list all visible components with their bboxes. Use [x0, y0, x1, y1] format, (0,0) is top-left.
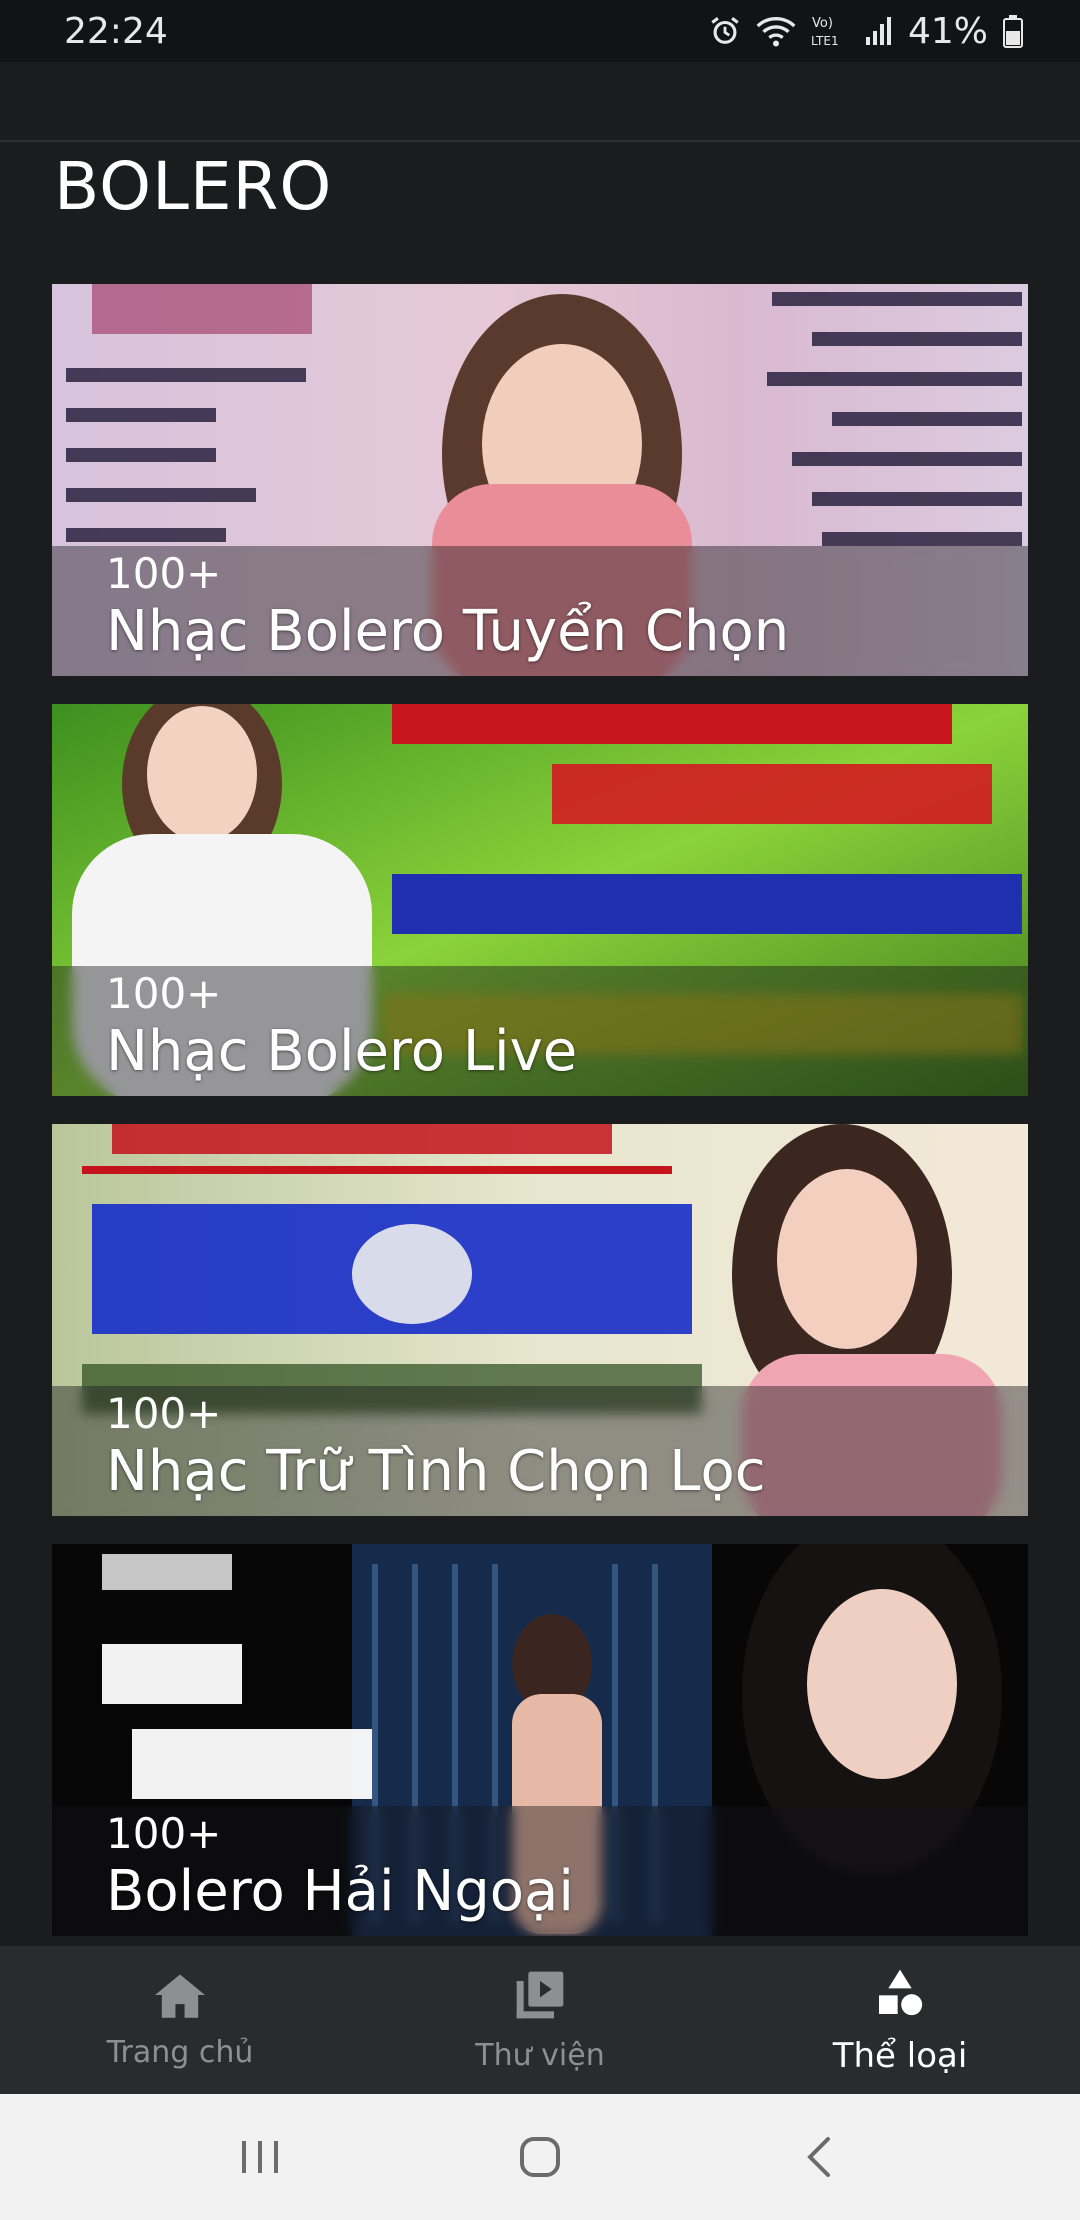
card-count: 100+	[106, 969, 222, 1018]
playlist-list: 100+ Nhạc Bolero Tuyển Chọn 100+ Nhạc Bo…	[52, 284, 1028, 1964]
app-bar	[0, 62, 1080, 142]
nav-item-category[interactable]: Thể loại	[720, 1946, 1080, 2094]
alarm-icon	[708, 14, 742, 48]
status-bar: 22:24 Vo) LTE1 41%	[0, 0, 1080, 62]
library-icon	[512, 1967, 568, 2028]
card-title: Nhạc Trữ Tình Chọn Lọc	[106, 1439, 766, 1504]
system-navigation-bar	[0, 2094, 1080, 2220]
volte-icon: Vo) LTE1	[810, 13, 850, 49]
signal-icon	[864, 15, 894, 47]
card-count: 100+	[106, 1389, 222, 1438]
home-circle-icon[interactable]	[500, 2117, 580, 2197]
home-icon	[152, 1970, 208, 2025]
card-count: 100+	[106, 549, 222, 598]
back-icon[interactable]	[780, 2117, 860, 2197]
bottom-navigation: Trang chủ Thư viện Thể loại	[0, 1946, 1080, 2094]
wifi-icon	[756, 14, 796, 48]
card-title: Nhạc Bolero Live	[106, 1019, 578, 1084]
page-title: BOLERO	[54, 148, 333, 225]
battery-icon	[1002, 14, 1024, 48]
nav-item-home[interactable]: Trang chủ	[0, 1946, 360, 2094]
battery-percent: 41%	[907, 10, 988, 52]
svg-text:LTE1: LTE1	[811, 34, 839, 48]
nav-label: Thể loại	[832, 2035, 968, 2076]
card-count: 100+	[106, 1809, 222, 1858]
status-icons: Vo) LTE1 41%	[708, 11, 1024, 52]
nav-item-library[interactable]: Thư viện	[360, 1946, 720, 2094]
card-title: Bolero Hải Ngoại	[106, 1859, 574, 1924]
svg-text:Vo): Vo)	[812, 16, 833, 31]
category-icon	[872, 1965, 928, 2026]
recents-icon[interactable]	[220, 2117, 300, 2197]
nav-label: Thư viện	[475, 2038, 605, 2073]
playlist-card[interactable]: 100+ Nhạc Bolero Tuyển Chọn	[52, 284, 1028, 676]
card-title: Nhạc Bolero Tuyển Chọn	[106, 599, 790, 664]
nav-label: Trang chủ	[106, 2035, 254, 2070]
playlist-card[interactable]: 100+ Nhạc Trữ Tình Chọn Lọc	[52, 1124, 1028, 1516]
playlist-card[interactable]: 100+ Bolero Hải Ngoại	[52, 1544, 1028, 1936]
playlist-card[interactable]: 100+ Nhạc Bolero Live	[52, 704, 1028, 1096]
status-time: 22:24	[64, 10, 168, 52]
